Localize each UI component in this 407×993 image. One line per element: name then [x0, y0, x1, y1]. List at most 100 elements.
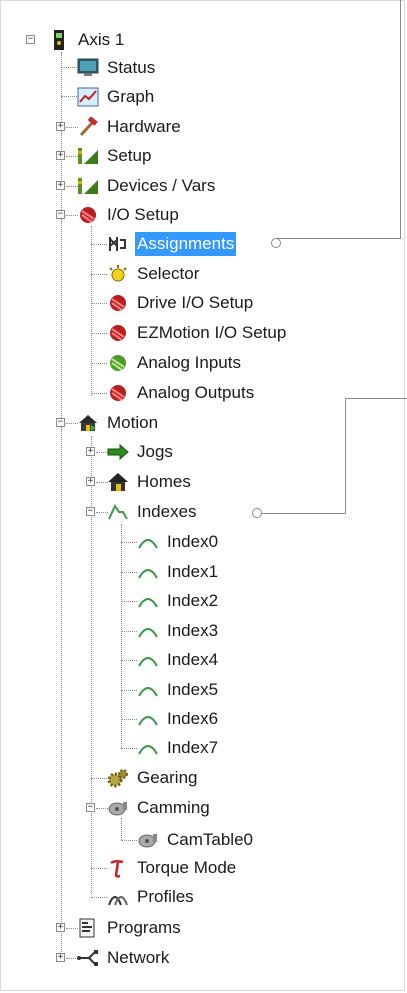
expand-jogs-toggle[interactable]: +: [86, 447, 95, 456]
tree-item-index-label: Index2: [167, 591, 219, 610]
red-io-icon: [107, 382, 129, 404]
tree-hline: [91, 333, 107, 334]
tree-item-assignments[interactable]: Assignments: [107, 231, 237, 257]
collapse-io-setup-toggle[interactable]: −: [56, 210, 65, 219]
tree-item-programs-label: Programs: [107, 918, 181, 937]
callout-dot-assignments: [271, 238, 281, 248]
tree-item-programs[interactable]: Programs: [77, 915, 183, 941]
tree-hline: [61, 67, 77, 68]
tree-item-network[interactable]: Network: [77, 945, 171, 971]
red-io-icon: [107, 322, 129, 344]
tree-item-io-setup-label: I/O Setup: [107, 205, 179, 224]
collapse-indexes-toggle[interactable]: −: [86, 507, 95, 516]
cam-icon: [137, 829, 159, 851]
tree-item-index-label: Index6: [167, 709, 219, 728]
tree-item-index3[interactable]: Index3: [137, 618, 220, 644]
tree-hline: [121, 690, 137, 691]
tree-item-gearing-label: Gearing: [137, 768, 198, 787]
tree-item-index-label: Index5: [167, 680, 219, 699]
tree-item-profiles-label: Profiles: [137, 887, 194, 906]
tree-item-gearing[interactable]: Gearing: [107, 765, 199, 791]
tree-item-hardware[interactable]: Hardware: [77, 114, 183, 140]
tree-item-analog-outputs[interactable]: Analog Outputs: [107, 380, 256, 406]
tree-item-index-label: Index1: [167, 562, 219, 581]
index-profile-icon: [137, 590, 159, 612]
tree-item-index2[interactable]: Index2: [137, 588, 220, 614]
tree-item-ezmotion-io-setup[interactable]: EZMotion I/O Setup: [107, 320, 288, 346]
tree-item-drive-io-setup[interactable]: Drive I/O Setup: [107, 290, 255, 316]
profiles-icon: [107, 886, 129, 908]
tree-item-devices-vars-label: Devices / Vars: [107, 176, 216, 195]
tree-hline: [91, 393, 107, 394]
tree-hline: [121, 542, 137, 543]
cam-icon: [107, 797, 129, 819]
setup-icon: [77, 175, 99, 197]
tree-item-index0[interactable]: Index0: [137, 529, 220, 555]
axis-drive-icon: [48, 29, 70, 51]
collapse-axis-toggle[interactable]: −: [26, 35, 35, 44]
house-icon: [107, 471, 129, 493]
tree-item-ezmotion-io-setup-label: EZMotion I/O Setup: [137, 323, 287, 342]
tree-item-analog-inputs[interactable]: Analog Inputs: [107, 350, 243, 376]
tree-item-indexes[interactable]: Indexes: [107, 499, 199, 525]
tree-item-homes[interactable]: Homes: [107, 469, 193, 495]
tree-item-index-label: Index0: [167, 532, 219, 551]
index-profile-icon: [137, 561, 159, 583]
tree-line-io: [91, 226, 92, 396]
tree-item-jogs[interactable]: Jogs: [107, 439, 175, 465]
tree-hline: [121, 748, 137, 749]
setup-icon: [77, 145, 99, 167]
tree-item-index1[interactable]: Index1: [137, 559, 220, 585]
tree-hline: [121, 660, 137, 661]
expand-devices-toggle[interactable]: +: [56, 181, 65, 190]
tree-hline: [121, 572, 137, 573]
tree-item-index4[interactable]: Index4: [137, 647, 220, 673]
tree-item-axis[interactable]: Axis 1: [48, 27, 126, 53]
tree-item-camtable0-label: CamTable0: [167, 830, 253, 849]
tree-line-indexes: [121, 524, 122, 748]
tree-item-status[interactable]: Status: [77, 55, 157, 81]
expand-hardware-toggle[interactable]: +: [56, 122, 65, 131]
tree-item-hardware-label: Hardware: [107, 117, 181, 136]
index-profile-icon: [107, 501, 129, 523]
collapse-camming-toggle[interactable]: −: [86, 803, 95, 812]
tree-hline: [121, 719, 137, 720]
collapse-motion-toggle[interactable]: −: [56, 418, 65, 427]
tree-item-camming[interactable]: Camming: [107, 795, 212, 821]
tree-item-torque-mode[interactable]: Torque Mode: [107, 855, 238, 881]
tree-item-graph[interactable]: Graph: [77, 84, 156, 110]
tree-item-motion[interactable]: Motion: [77, 410, 160, 436]
tree-item-jogs-label: Jogs: [137, 442, 173, 461]
tree-line-motion: [91, 436, 92, 894]
tree-item-network-label: Network: [107, 948, 170, 967]
tree-item-analog-outputs-label: Analog Outputs: [137, 383, 255, 402]
index-profile-icon: [137, 531, 159, 553]
tree-item-io-setup[interactable]: I/O Setup: [77, 202, 181, 228]
tree-item-indexes-label: Indexes: [137, 502, 197, 521]
motion-house-icon: [77, 412, 99, 434]
program-icon: [77, 917, 99, 939]
gear-icon: [107, 767, 129, 789]
torque-icon: [107, 857, 129, 879]
red-io-icon: [107, 292, 129, 314]
expand-homes-toggle[interactable]: +: [86, 477, 95, 486]
green-arrow-icon: [107, 441, 129, 463]
index-profile-icon: [137, 737, 159, 759]
tree-item-index6[interactable]: Index6: [137, 706, 220, 732]
expand-network-toggle[interactable]: +: [56, 953, 65, 962]
callout-line-indexes: [257, 513, 345, 514]
expand-setup-toggle[interactable]: +: [56, 151, 65, 160]
index-profile-icon: [137, 679, 159, 701]
tree-item-index7[interactable]: Index7: [137, 735, 220, 761]
expand-programs-toggle[interactable]: +: [56, 923, 65, 932]
tree-item-selector[interactable]: Selector: [107, 261, 201, 287]
tree-item-profiles[interactable]: Profiles: [107, 884, 196, 910]
tree-item-setup[interactable]: Setup: [77, 143, 153, 169]
tree-item-devices-vars[interactable]: Devices / Vars: [77, 173, 217, 199]
tree-item-setup-label: Setup: [107, 146, 152, 165]
tree-item-camtable0[interactable]: CamTable0: [137, 827, 255, 853]
tree-item-index5[interactable]: Index5: [137, 677, 220, 703]
index-profile-icon: [137, 620, 159, 642]
tree-hline: [91, 363, 107, 364]
tree-item-analog-inputs-label: Analog Inputs: [137, 353, 241, 372]
